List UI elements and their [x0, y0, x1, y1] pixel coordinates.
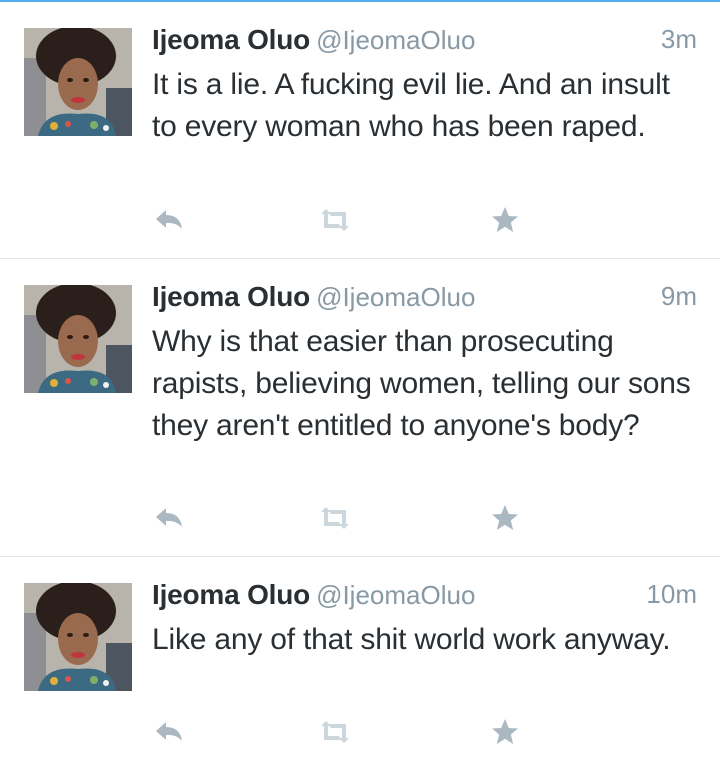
tweet-header: Ijeoma Oluo @IjeomaOluo 10m — [152, 579, 697, 619]
tweet-text: It is a lie. A fucking evil lie. And an … — [152, 68, 670, 143]
tweet[interactable]: Ijeoma Oluo @IjeomaOluo 3m It is a lie. A… — [0, 2, 720, 259]
author-handle[interactable]: @IjeomaOluo — [316, 580, 475, 610]
reply-icon — [156, 210, 182, 229]
retweet-button[interactable] — [315, 498, 355, 538]
star-icon — [492, 207, 518, 232]
reply-button[interactable] — [150, 712, 190, 752]
author-name[interactable]: Ijeoma Oluo — [152, 24, 310, 55]
avatar[interactable] — [24, 28, 132, 136]
star-icon — [492, 719, 518, 744]
tweet-actions — [150, 498, 530, 538]
retweet-button[interactable] — [315, 712, 355, 752]
tweet-text: Why is that easier than prosecuting rapi… — [152, 325, 691, 442]
tweet-timestamp[interactable]: 9m — [661, 281, 697, 312]
favorite-button[interactable] — [485, 200, 525, 240]
retweet-button[interactable] — [315, 200, 355, 240]
author-name[interactable]: Ijeoma Oluo — [152, 281, 310, 312]
tweet-timestamp[interactable]: 10m — [646, 579, 697, 610]
tweet-header: Ijeoma Oluo @IjeomaOluo 3m — [152, 24, 697, 64]
author-handle[interactable]: @IjeomaOluo — [316, 282, 475, 312]
tweet-actions — [150, 200, 530, 240]
tweet-header: Ijeoma Oluo @IjeomaOluo 9m — [152, 281, 697, 321]
tweet-timestamp[interactable]: 3m — [661, 24, 697, 55]
avatar[interactable] — [24, 583, 132, 691]
reply-button[interactable] — [150, 200, 190, 240]
tweet[interactable]: Ijeoma Oluo @IjeomaOluo 10m Like any of t… — [0, 557, 720, 768]
reply-icon — [156, 508, 182, 527]
favorite-button[interactable] — [485, 712, 525, 752]
favorite-button[interactable] — [485, 498, 525, 538]
retweet-icon — [321, 507, 349, 529]
reply-button[interactable] — [150, 498, 190, 538]
tweet[interactable]: Ijeoma Oluo @IjeomaOluo 9m Why is that ea… — [0, 259, 720, 557]
reply-icon — [156, 722, 182, 741]
avatar[interactable] — [24, 285, 132, 393]
author-handle[interactable]: @IjeomaOluo — [316, 25, 475, 55]
star-icon — [492, 505, 518, 530]
tweet-actions — [150, 712, 530, 752]
tweet-text: Like any of that shit world work anyway. — [152, 623, 671, 656]
author-name[interactable]: Ijeoma Oluo — [152, 579, 310, 610]
retweet-icon — [321, 209, 349, 231]
retweet-icon — [321, 721, 349, 743]
